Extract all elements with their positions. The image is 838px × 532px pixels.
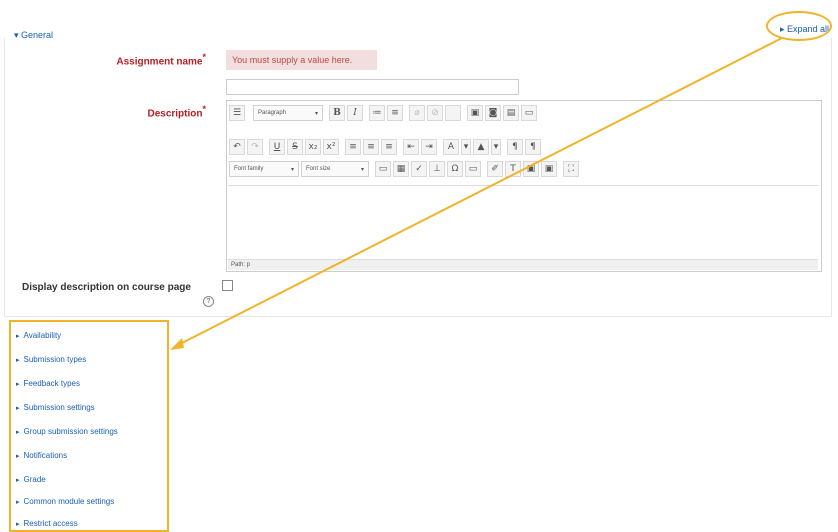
- chevron-right-icon: ▸: [16, 477, 20, 484]
- section-restrict-access[interactable]: ▸ Restrict access: [16, 519, 78, 528]
- section-common-module-settings[interactable]: ▸ Common module settings: [16, 497, 114, 506]
- section-feedback-types[interactable]: ▸ Feedback types: [16, 379, 80, 388]
- chevron-right-icon: ▸: [16, 381, 20, 388]
- chevron-right-icon: ▸: [16, 521, 20, 528]
- chevron-right-icon: ▸: [16, 333, 20, 340]
- chevron-right-icon: ▸: [16, 357, 20, 364]
- section-grade[interactable]: ▸ Grade: [16, 475, 46, 484]
- section-submission-settings[interactable]: ▸ Submission settings: [16, 403, 95, 412]
- section-submission-types[interactable]: ▸ Submission types: [16, 355, 86, 364]
- chevron-right-icon: ▸: [16, 499, 20, 506]
- section-availability[interactable]: ▸ Availability: [16, 331, 61, 340]
- chevron-right-icon: ▸: [16, 405, 20, 412]
- chevron-right-icon: ▸: [16, 429, 20, 436]
- chevron-right-icon: ▸: [16, 453, 20, 460]
- section-notifications[interactable]: ▸ Notifications: [16, 451, 67, 460]
- section-group-submission-settings[interactable]: ▸ Group submission settings: [16, 427, 118, 436]
